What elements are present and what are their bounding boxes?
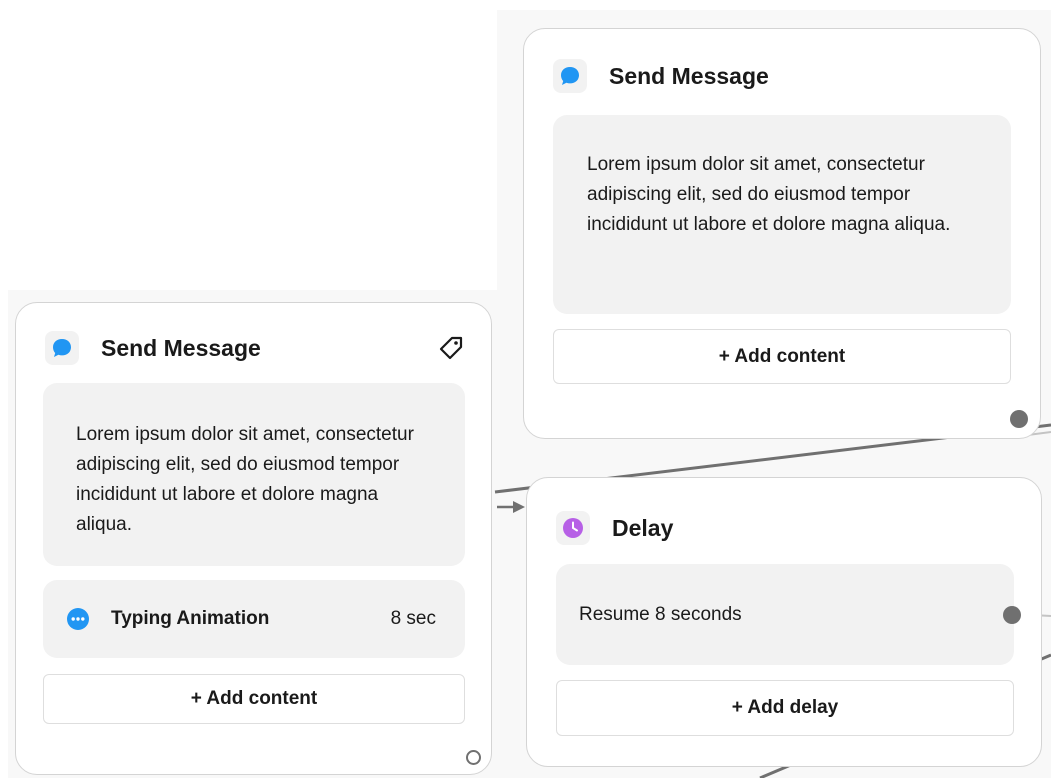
chat-bubble-icon bbox=[45, 331, 79, 365]
output-port[interactable] bbox=[1003, 606, 1021, 624]
send-message-node-top[interactable]: Send Message Lorem ipsum dolor sit amet,… bbox=[523, 28, 1041, 439]
delay-resume-box[interactable]: Resume 8 seconds bbox=[556, 564, 1014, 665]
message-text-box[interactable]: Lorem ipsum dolor sit amet, consectetur … bbox=[553, 115, 1011, 314]
connector-arrow-head bbox=[513, 501, 525, 513]
delay-node[interactable]: Delay Resume 8 seconds + Add delay bbox=[526, 477, 1042, 767]
add-content-button[interactable]: + Add content bbox=[43, 674, 465, 724]
typing-dots-icon bbox=[66, 607, 90, 631]
add-delay-button[interactable]: + Add delay bbox=[556, 680, 1014, 736]
node-title: Send Message bbox=[609, 62, 769, 89]
resume-text: Resume 8 seconds bbox=[579, 603, 742, 625]
output-port[interactable] bbox=[466, 750, 481, 765]
chat-bubble-icon bbox=[553, 59, 587, 93]
message-text: Lorem ipsum dolor sit amet, consectetur … bbox=[76, 424, 414, 535]
typing-animation-label: Typing Animation bbox=[111, 608, 270, 629]
typing-duration: 8 sec bbox=[390, 608, 436, 629]
clock-icon bbox=[556, 511, 590, 545]
node-title: Send Message bbox=[101, 334, 261, 361]
send-message-node-left[interactable]: Send Message Lorem ipsum dolor sit amet,… bbox=[15, 302, 492, 775]
node-title: Delay bbox=[612, 514, 674, 541]
message-text: Lorem ipsum dolor sit amet, consectetur … bbox=[587, 154, 951, 235]
output-port[interactable] bbox=[1010, 410, 1028, 428]
message-text-box[interactable]: Lorem ipsum dolor sit amet, consectetur … bbox=[43, 383, 465, 566]
tag-icon[interactable] bbox=[437, 334, 465, 362]
add-content-button[interactable]: + Add content bbox=[553, 329, 1011, 384]
typing-animation-row[interactable]: Typing Animation 8 sec bbox=[43, 580, 465, 658]
